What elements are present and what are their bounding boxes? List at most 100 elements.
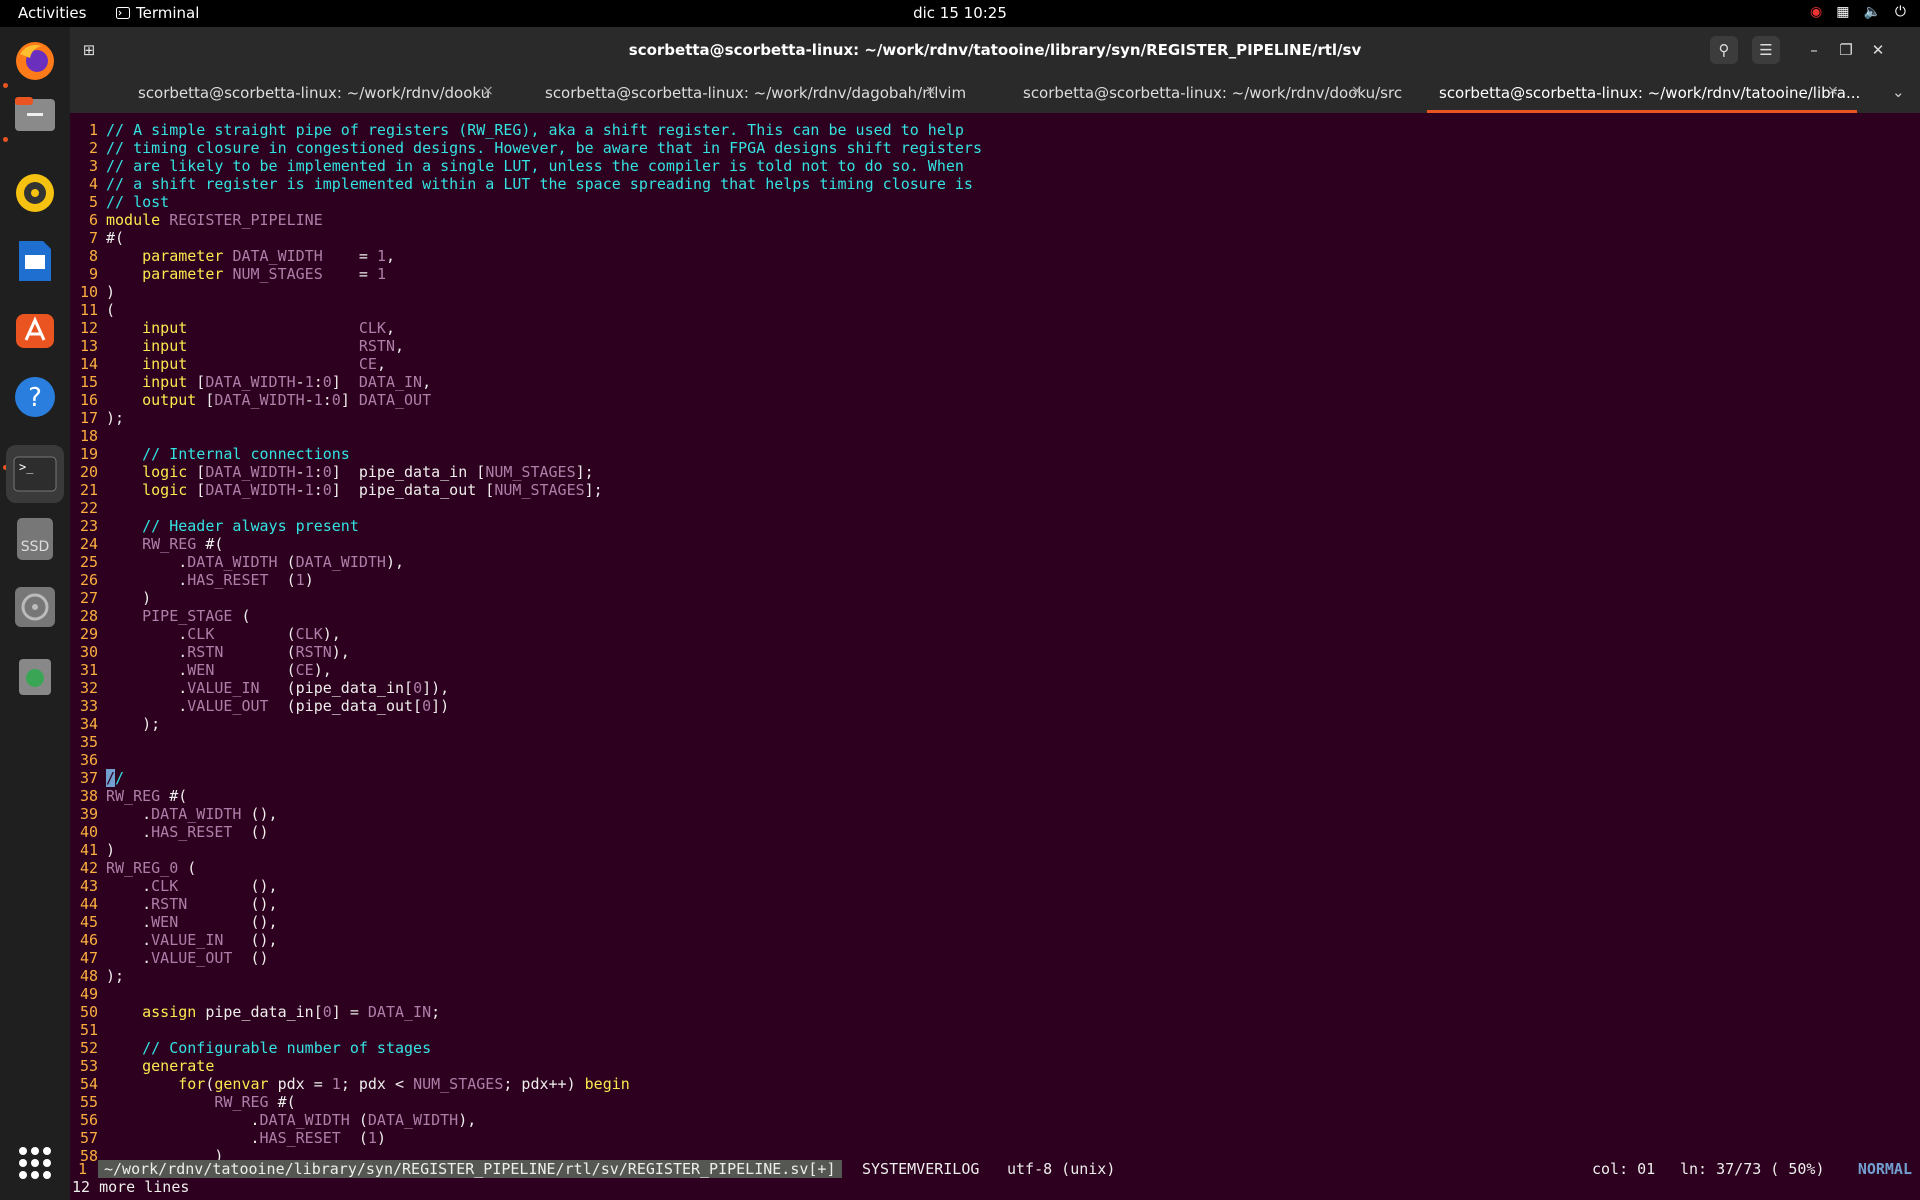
line-number: 23 <box>79 517 98 535</box>
line-number: 47 <box>79 949 98 967</box>
close-button[interactable]: ✕ <box>1864 36 1892 64</box>
line-number: 5 <box>88 193 98 211</box>
clock[interactable]: dic 15 10:25 <box>0 4 1920 22</box>
line-text: #( <box>106 229 125 247</box>
line-text: input CLK, <box>142 319 395 337</box>
tab-tatooine[interactable]: scorbetta@scorbetta-linux: ~/work/rdnv/t… <box>1427 73 1861 113</box>
line-number: 44 <box>79 895 98 913</box>
line-text: // are likely to be implemented in a sin… <box>106 157 964 175</box>
line-number: 35 <box>79 733 98 751</box>
line-number: 52 <box>79 1039 98 1057</box>
line-text: ) <box>106 841 116 859</box>
line-number: 48 <box>79 967 98 985</box>
line-text: input CE, <box>142 355 386 373</box>
line-text: ); <box>106 715 161 733</box>
line-number: 8 <box>88 247 98 265</box>
tab-label: scorbetta@scorbetta-linux: ~/work/rdnv/d… <box>545 84 967 102</box>
running-indicator <box>3 83 8 88</box>
line-number: 7 <box>88 229 98 247</box>
network-icon[interactable]: ▦ <box>1836 4 1849 20</box>
line-number: 34 <box>79 715 98 733</box>
line-text: parameter NUM_STAGES = 1 <box>142 265 386 283</box>
line-number: 27 <box>79 589 98 607</box>
tab-dooku[interactable]: scorbetta@scorbetta-linux: ~/work/rdnv/d… <box>100 73 525 113</box>
line-number: 17 <box>79 409 98 427</box>
power-icon[interactable]: ⏻ <box>1895 4 1906 20</box>
system-tray[interactable]: ◉ ▦ 🔈 ⏻ <box>1810 4 1906 20</box>
statusline-position: ln: 37/73 ( 50%) <box>1680 1160 1825 1178</box>
line-text: .HAS_RESET (1) <box>106 1129 386 1147</box>
line-number: 25 <box>79 553 98 571</box>
trash-icon[interactable] <box>11 651 59 699</box>
app-menu-label: Terminal <box>136 4 200 22</box>
maximize-button[interactable]: ❐ <box>1832 36 1860 64</box>
app-grid-icon[interactable] <box>11 1139 59 1187</box>
line-text: // a shift register is implemented withi… <box>106 175 973 193</box>
close-tab-icon[interactable]: × <box>1827 83 1839 99</box>
tab-rtlvim[interactable]: scorbetta@scorbetta-linux: ~/work/rdnv/d… <box>525 73 967 113</box>
writer-icon[interactable] <box>11 237 59 285</box>
line-text: // Configurable number of stages <box>142 1039 432 1057</box>
vim-cmdline[interactable]: 12 more lines <box>70 1178 1920 1196</box>
menu-button[interactable]: ☰ <box>1752 36 1780 64</box>
line-text: ) <box>106 589 152 607</box>
line-number: 45 <box>79 913 98 931</box>
line-text: RW_REG #( <box>106 787 188 805</box>
line-number: 50 <box>79 1003 98 1021</box>
line-text: PIPE_STAGE ( <box>142 607 251 625</box>
line-text: input [DATA_WIDTH-1:0] DATA_IN, <box>142 373 432 391</box>
rhythmbox-icon[interactable] <box>11 169 59 217</box>
svg-text:?: ? <box>28 383 42 413</box>
minimize-button[interactable]: – <box>1800 36 1828 64</box>
search-button[interactable]: ⚲ <box>1710 36 1738 64</box>
help-icon[interactable]: ? <box>11 373 59 421</box>
close-tab-icon[interactable]: × <box>925 83 937 99</box>
tab-label: scorbetta@scorbetta-linux: ~/work/rdnv/d… <box>138 84 491 102</box>
vim-buffer[interactable]: 1 // A simple straight pipe of registers … <box>70 121 1920 1187</box>
close-tab-icon[interactable]: × <box>1351 83 1363 99</box>
line-text: output [DATA_WIDTH-1:0] DATA_OUT <box>142 391 432 409</box>
line-number: 3 <box>88 157 98 175</box>
app-menu[interactable]: Terminal <box>116 4 199 22</box>
line-number: 9 <box>88 265 98 283</box>
volume-icon[interactable]: 🔈 <box>1863 4 1880 20</box>
tab-list-chevron-icon[interactable]: ⌄ <box>1892 83 1905 101</box>
line-number: 51 <box>79 1021 98 1039</box>
line-text: // <box>106 769 125 787</box>
line-number: 26 <box>79 571 98 589</box>
line-number: 42 <box>79 859 98 877</box>
line-text: .VALUE_OUT () <box>106 949 269 967</box>
line-text: logic [DATA_WIDTH-1:0] pipe_data_in [NUM… <box>142 463 594 481</box>
ssd-drive-icon[interactable]: SSD <box>11 515 59 563</box>
terminal-icon <box>116 7 130 19</box>
tab-dooku-src[interactable]: scorbetta@scorbetta-linux: ~/work/rdnv/d… <box>965 73 1410 113</box>
line-number: 12 <box>79 319 98 337</box>
activities-button[interactable]: Activities <box>18 4 86 22</box>
statusline-filetype: SYSTEMVERILOG <box>862 1160 980 1178</box>
optical-drive-icon[interactable] <box>11 583 59 631</box>
tab-label: scorbetta@scorbetta-linux: ~/work/rdnv/t… <box>1439 84 1861 102</box>
line-number: 38 <box>79 787 98 805</box>
terminal-icon[interactable]: >_ <box>6 445 64 503</box>
tab-label: scorbetta@scorbetta-linux: ~/work/rdnv/d… <box>1023 84 1403 102</box>
line-text: .WEN (CE), <box>106 661 332 679</box>
firefox-icon[interactable] <box>11 37 59 85</box>
line-number: 13 <box>79 337 98 355</box>
line-number: 2 <box>88 139 98 157</box>
line-number: 1 <box>88 121 98 139</box>
svg-text:>_: >_ <box>19 460 34 474</box>
software-icon[interactable] <box>11 305 59 353</box>
discord-icon[interactable]: ◉ <box>1810 4 1822 20</box>
line-number: 57 <box>79 1129 98 1147</box>
close-tab-icon[interactable]: × <box>482 83 494 99</box>
line-number: 33 <box>79 697 98 715</box>
dock: ? >_ SSD <box>0 27 70 1200</box>
line-text: .CLK (), <box>106 877 278 895</box>
line-text: .HAS_RESET () <box>106 823 269 841</box>
line-text: // timing closure in congestioned design… <box>106 139 982 157</box>
search-icon: ⚲ <box>1718 41 1730 59</box>
line-text: ); <box>106 409 125 427</box>
line-text: ( <box>106 301 116 319</box>
line-text: // Internal connections <box>142 445 350 463</box>
files-icon[interactable] <box>11 89 59 137</box>
